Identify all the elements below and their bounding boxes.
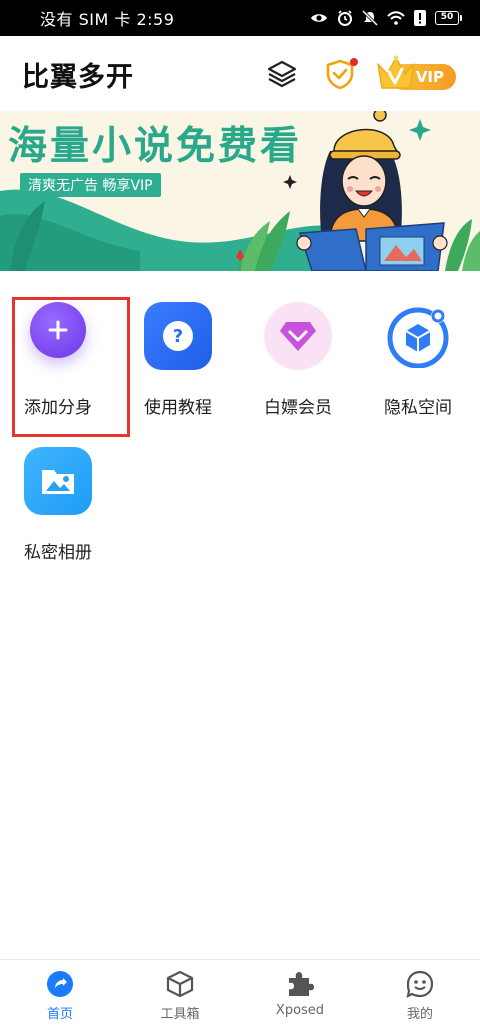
security-button[interactable] [320, 54, 360, 94]
layers-button[interactable] [262, 54, 302, 94]
app-title: 比翼多开 [22, 61, 134, 93]
nav-xposed[interactable]: Xposed [240, 960, 360, 1027]
status-carrier-time: 没有 SIM 卡 2:59 [40, 10, 175, 29]
banner-subtitle: 清爽无广告 畅享VIP [20, 173, 161, 197]
puzzle-icon [289, 972, 314, 996]
privacy-cube-icon [384, 302, 452, 370]
photo-album-icon [24, 447, 92, 515]
alert-icon [414, 10, 426, 26]
feature-free-vip[interactable]: 白嫖会员 [240, 292, 360, 434]
feature-privacy-space[interactable]: 隐私空间 [360, 292, 480, 434]
svg-text:?: ? [173, 326, 183, 347]
toolbox-cube-icon [166, 970, 194, 998]
feature-label: 隐私空间 [384, 398, 452, 418]
mute-icon [362, 10, 378, 26]
promo-banner[interactable]: 海量小说免费看 清爽无广告 畅享VIP [0, 111, 480, 271]
feature-private-album[interactable]: 私密相册 [0, 437, 120, 579]
wifi-icon [387, 11, 405, 25]
battery-icon: 50 [435, 11, 462, 25]
banner-title: 海量小说免费看 [8, 124, 303, 169]
nav-label: Xposed [275, 1003, 325, 1018]
nav-toolbox[interactable]: 工具箱 [120, 960, 240, 1027]
app-header: 比翼多开 VIP [0, 36, 480, 112]
alarm-icon [338, 10, 352, 26]
vip-button[interactable]: VIP [374, 52, 458, 96]
nav-label: 工具箱 [160, 1007, 200, 1022]
status-bar: 没有 SIM 卡 2:59 50 [0, 0, 480, 36]
profile-face-icon [406, 970, 434, 998]
header-actions: VIP [262, 52, 458, 96]
eye-icon [311, 14, 327, 22]
feature-label: 私密相册 [24, 543, 92, 563]
diamond-icon [264, 302, 332, 370]
bottom-nav: 首页 工具箱 Xposed 我的 [0, 959, 480, 1027]
nav-label: 我的 [406, 1007, 433, 1022]
layers-icon [267, 60, 297, 88]
notification-dot [350, 58, 358, 66]
battery-level: 50 [435, 11, 459, 25]
question-icon: ? [144, 302, 212, 370]
feature-label: 使用教程 [144, 398, 212, 418]
nav-home[interactable]: 首页 [0, 960, 120, 1027]
nav-profile[interactable]: 我的 [360, 960, 480, 1027]
feature-tutorial[interactable]: ? 使用教程 [120, 292, 240, 434]
app-screen: 没有 SIM 卡 2:59 50 比翼多开 VIP 海量小说免费看 清爽无广告 … [0, 0, 480, 1027]
home-icon [47, 971, 73, 997]
status-icons: 50 [310, 10, 462, 26]
highlight-frame [12, 297, 130, 437]
nav-label: 首页 [46, 1007, 73, 1022]
feature-label: 白嫖会员 [264, 398, 332, 418]
crown-icon [377, 55, 415, 89]
